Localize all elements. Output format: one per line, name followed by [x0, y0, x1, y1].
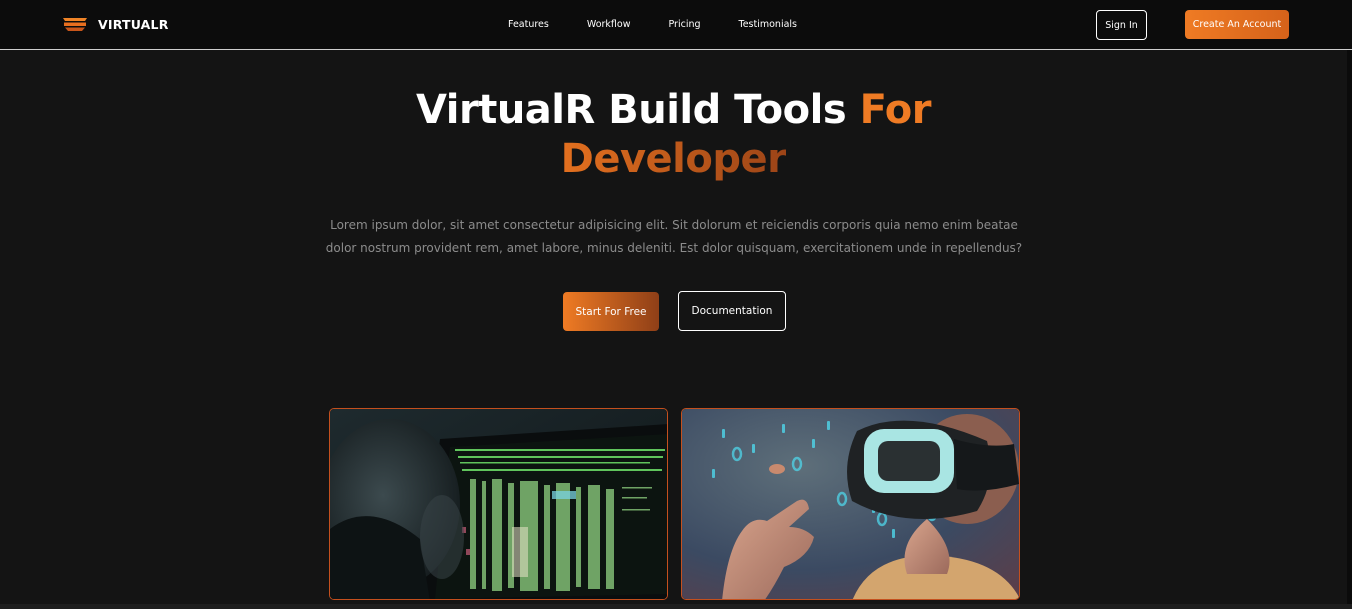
hero-title-main: VirtualR Build Tools	[416, 87, 860, 133]
page-scrollbar[interactable]	[1347, 50, 1352, 609]
nav-link-features[interactable]: Features	[508, 19, 549, 30]
nav-link-testimonials[interactable]: Testimonials	[739, 19, 797, 30]
developer-code-screen-image	[329, 408, 668, 600]
vr-headset-logo-icon	[63, 18, 87, 31]
hero-description: Lorem ipsum dolor, sit amet consectetur …	[325, 218, 1023, 255]
nav-link-workflow[interactable]: Workflow	[587, 19, 631, 30]
bottom-edge	[0, 604, 1352, 609]
start-for-free-button[interactable]: Start For Free	[563, 292, 659, 331]
create-account-button[interactable]: Create An Account	[1185, 10, 1289, 39]
hero-title-accent-for: For	[859, 87, 932, 133]
top-navbar: VIRTUALR Features Workflow Pricing Testi…	[0, 0, 1352, 50]
brand[interactable]: VIRTUALR	[61, 15, 169, 33]
documentation-button[interactable]: Documentation	[678, 291, 786, 331]
brand-name: VIRTUALR	[98, 16, 169, 32]
hero-title-accent-developer: Developer	[560, 136, 787, 182]
sign-in-button[interactable]: Sign In	[1096, 10, 1147, 40]
hero-title: VirtualR Build Tools For Developer	[0, 86, 1347, 184]
nav-links: Features Workflow Pricing Testimonials	[508, 19, 835, 30]
nav-link-pricing[interactable]: Pricing	[668, 19, 700, 30]
vr-headset-person-image	[681, 408, 1020, 600]
